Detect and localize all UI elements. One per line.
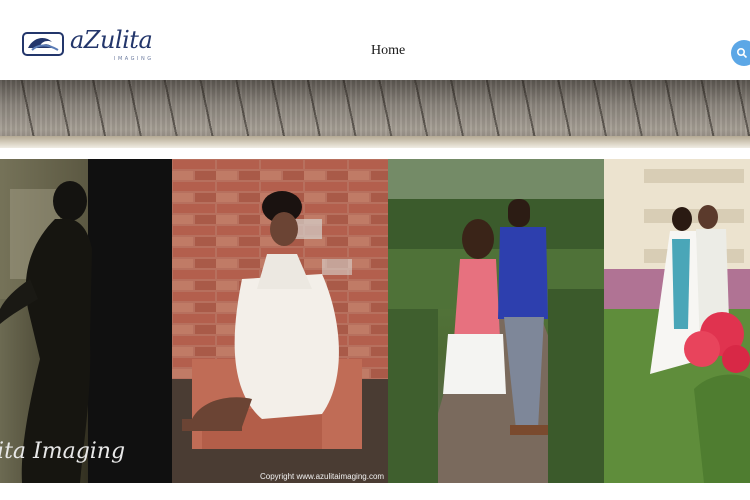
gallery-photo-wedding[interactable] bbox=[604, 159, 750, 483]
nav-home-link[interactable]: Home bbox=[371, 43, 405, 59]
logo-subtext: IMAGING bbox=[114, 56, 154, 62]
copyright-text: Copyright www.azulitaimaging.com bbox=[260, 472, 385, 481]
logo-wave-icon bbox=[22, 32, 64, 56]
search-button[interactable] bbox=[731, 40, 750, 66]
site-header: aZulita IMAGING Home bbox=[0, 0, 750, 80]
wood-banner-image bbox=[0, 80, 750, 142]
brick-wall-scene bbox=[172, 159, 388, 483]
logo-text: aZulita bbox=[70, 26, 153, 54]
silhouette-figure bbox=[0, 159, 172, 483]
gallery-photo-silhouette[interactable]: lita Imaging bbox=[0, 159, 172, 483]
wedding-scene bbox=[604, 159, 750, 483]
gallery-photo-brick-wall[interactable] bbox=[172, 159, 388, 483]
gallery-photo-couple-park[interactable] bbox=[388, 159, 604, 483]
site-logo[interactable]: aZulita IMAGING bbox=[22, 26, 162, 66]
gallery-watermark: lita Imaging bbox=[0, 439, 126, 464]
banner-edge bbox=[0, 136, 750, 148]
couple-park-scene bbox=[388, 159, 604, 483]
search-icon bbox=[736, 47, 748, 59]
photo-gallery: lita Imaging bbox=[0, 159, 750, 483]
